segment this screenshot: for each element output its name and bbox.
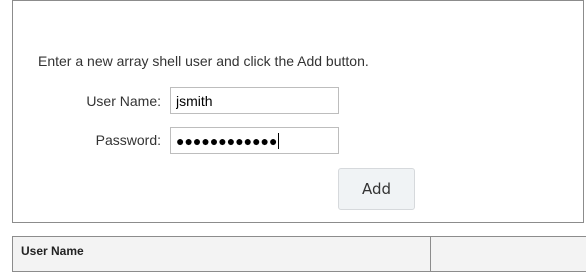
text-caret — [278, 132, 280, 149]
user-name-label: User Name: — [86, 93, 161, 109]
add-shell-user-page: Enter a new array shell user and click t… — [0, 0, 586, 272]
password-label: Password: — [95, 132, 161, 148]
column-header-actions — [431, 237, 586, 271]
add-user-panel: Enter a new array shell user and click t… — [12, 0, 584, 223]
password-input[interactable]: ●●●●●●●●●●●● — [170, 127, 339, 154]
instructions-text: Enter a new array shell user and click t… — [38, 53, 369, 69]
users-table-header: User Name — [12, 236, 586, 272]
column-header-user-name[interactable]: User Name — [13, 237, 431, 271]
password-masked-value: ●●●●●●●●●●●● — [176, 132, 278, 149]
add-button[interactable]: Add — [338, 168, 415, 210]
user-name-input[interactable] — [170, 87, 339, 114]
